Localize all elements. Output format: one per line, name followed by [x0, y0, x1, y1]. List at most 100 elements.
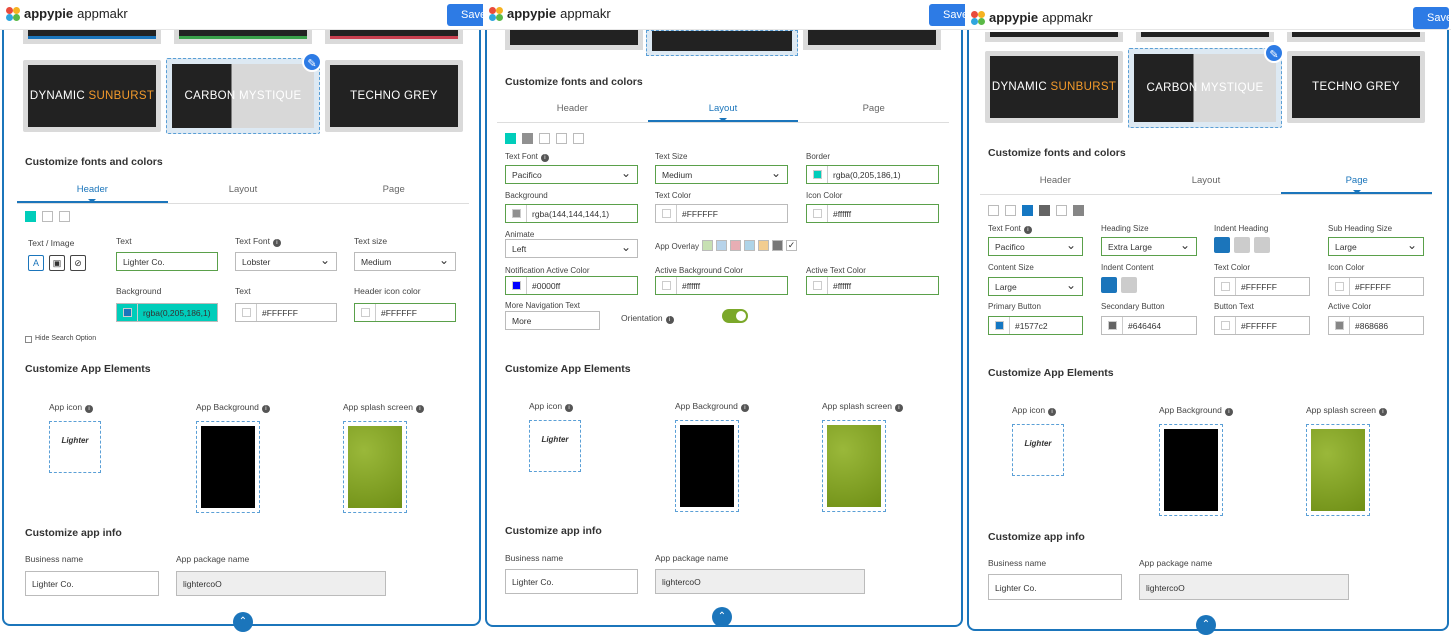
business-name-input[interactable]: Lighter Co.	[988, 574, 1122, 600]
heading-size-select[interactable]: Extra Large	[1101, 237, 1197, 256]
theme-thumb-top[interactable]	[1136, 32, 1274, 42]
theme-techno-grey[interactable]: TECHNO GREY	[325, 60, 463, 132]
theme-thumb-top[interactable]	[646, 30, 798, 56]
color-swatch[interactable]	[556, 133, 567, 144]
button-text-color[interactable]: #FFFFFF	[1214, 316, 1310, 335]
overlay-swatch[interactable]	[730, 240, 741, 251]
align-center-icon[interactable]	[1234, 237, 1250, 253]
layout-bg-color[interactable]: rgba(144,144,144,1)	[505, 204, 638, 223]
app-icon-tile[interactable]: Lighter	[49, 421, 101, 473]
collapse-chevron-icon[interactable]: ⌃	[1196, 615, 1216, 635]
theme-dynamic-sunburst[interactable]: DYNAMIC SUNBURST	[23, 60, 161, 132]
header-icon-color[interactable]: #FFFFFF	[354, 303, 456, 322]
color-swatch[interactable]	[1039, 205, 1050, 216]
splash-screen-tile[interactable]	[1306, 424, 1370, 516]
tab-layout[interactable]: Layout	[647, 97, 799, 122]
color-swatch[interactable]	[25, 211, 36, 222]
theme-carbon-mystique[interactable]: CARBON MYSTIQUE	[1128, 48, 1282, 128]
more-nav-input[interactable]: More	[505, 311, 600, 330]
content-size-select[interactable]: Large	[988, 277, 1083, 296]
theme-thumb-top[interactable]	[1287, 32, 1425, 42]
image-mode-icon[interactable]: ▣	[49, 255, 65, 271]
theme-thumb-top[interactable]	[505, 30, 643, 50]
active-bg-color[interactable]: #ffffff	[655, 276, 788, 295]
edit-pencil-icon[interactable]: ✎	[302, 52, 322, 72]
layout-font-select[interactable]: Pacifico	[505, 165, 638, 184]
active-text-color[interactable]: #ffffff	[806, 276, 939, 295]
color-swatch[interactable]	[1073, 205, 1084, 216]
color-swatch[interactable]	[505, 133, 516, 144]
tab-page[interactable]: Page	[318, 178, 469, 203]
theme-thumb-top[interactable]	[325, 30, 463, 44]
orientation-toggle[interactable]	[722, 309, 748, 323]
none-mode-icon[interactable]: ⊘	[70, 255, 86, 271]
layout-border-color[interactable]: rgba(0,205,186,1)	[806, 165, 939, 184]
color-swatch[interactable]	[1005, 205, 1016, 216]
color-swatch[interactable]	[522, 133, 533, 144]
tab-layout[interactable]: Layout	[1131, 169, 1282, 194]
theme-thumb-top[interactable]	[23, 30, 161, 44]
animate-select[interactable]: Left	[505, 239, 638, 258]
color-swatch[interactable]	[539, 133, 550, 144]
tab-page[interactable]: Page	[798, 97, 949, 122]
sub-heading-select[interactable]: Large	[1328, 237, 1424, 256]
align-left-icon[interactable]	[1214, 237, 1230, 253]
layout-text-color[interactable]: #FFFFFF	[655, 204, 788, 223]
collapse-chevron-icon[interactable]: ⌃	[233, 612, 253, 632]
text-mode-icon[interactable]: A	[28, 255, 44, 271]
layout-size-select[interactable]: Medium	[655, 165, 788, 184]
header-text-color[interactable]: #FFFFFF	[235, 303, 337, 322]
overlay-swatch[interactable]	[702, 240, 713, 251]
tab-header[interactable]: Header	[980, 169, 1131, 194]
page-font-select[interactable]: Pacifico	[988, 237, 1083, 256]
indent-off-icon[interactable]	[1121, 277, 1137, 293]
secondary-color[interactable]: #646464	[1101, 316, 1197, 335]
tab-header[interactable]: Header	[497, 97, 648, 122]
tab-layout[interactable]: Layout	[168, 178, 319, 203]
hide-search-checkbox[interactable]	[25, 336, 32, 343]
theme-thumb-top[interactable]	[174, 30, 312, 44]
tab-header[interactable]: Header	[17, 178, 168, 203]
page-text-color[interactable]: #FFFFFF	[1214, 277, 1310, 296]
color-swatch[interactable]	[42, 211, 53, 222]
primary-color[interactable]: #1577c2	[988, 316, 1083, 335]
align-right-icon[interactable]	[1254, 237, 1270, 253]
splash-screen-tile[interactable]	[822, 420, 886, 512]
collapse-chevron-icon[interactable]: ⌃	[712, 607, 732, 627]
header-bg-color[interactable]: rgba(0,205,186,1)	[116, 303, 218, 322]
overlay-check-icon[interactable]: ✓	[786, 240, 797, 251]
color-swatch[interactable]	[988, 205, 999, 216]
theme-thumb-top[interactable]	[803, 30, 941, 50]
business-name-input[interactable]: Lighter Co.	[25, 571, 159, 596]
overlay-swatch[interactable]	[772, 240, 783, 251]
business-name-input[interactable]: Lighter Co.	[505, 569, 638, 594]
theme-carbon-mystique[interactable]: CARBON MYSTIQUE	[166, 58, 320, 134]
save-button[interactable]: Save	[447, 4, 483, 26]
overlay-swatch[interactable]	[744, 240, 755, 251]
app-icon-tile[interactable]: Lighter	[529, 420, 581, 472]
tab-page[interactable]: Page	[1281, 169, 1433, 194]
color-swatch[interactable]	[573, 133, 584, 144]
app-icon-tile[interactable]: Lighter	[1012, 424, 1064, 476]
save-button[interactable]: Save	[1413, 7, 1449, 29]
theme-thumb-top[interactable]	[985, 32, 1123, 42]
app-background-tile[interactable]	[196, 421, 260, 513]
page-icon-color[interactable]: #FFFFFF	[1328, 277, 1424, 296]
color-swatch[interactable]	[1056, 205, 1067, 216]
header-size-select[interactable]: Medium	[354, 252, 456, 271]
overlay-swatch[interactable]	[716, 240, 727, 251]
theme-techno-grey[interactable]: TECHNO GREY	[1287, 51, 1425, 123]
indent-on-icon[interactable]	[1101, 277, 1117, 293]
color-swatch[interactable]	[59, 211, 70, 222]
splash-screen-tile[interactable]	[343, 421, 407, 513]
app-background-tile[interactable]	[1159, 424, 1223, 516]
save-button[interactable]: Save	[929, 4, 965, 26]
layout-icon-color[interactable]: #ffffff	[806, 204, 939, 223]
edit-pencil-icon[interactable]: ✎	[1264, 43, 1284, 63]
app-background-tile[interactable]	[675, 420, 739, 512]
overlay-swatch[interactable]	[758, 240, 769, 251]
header-text-input[interactable]: Lighter Co.	[116, 252, 218, 271]
theme-dynamic-sunburst[interactable]: DYNAMIC SUNBURST	[985, 51, 1123, 123]
notif-color[interactable]: #0000ff	[505, 276, 638, 295]
header-font-select[interactable]: Lobster	[235, 252, 337, 271]
